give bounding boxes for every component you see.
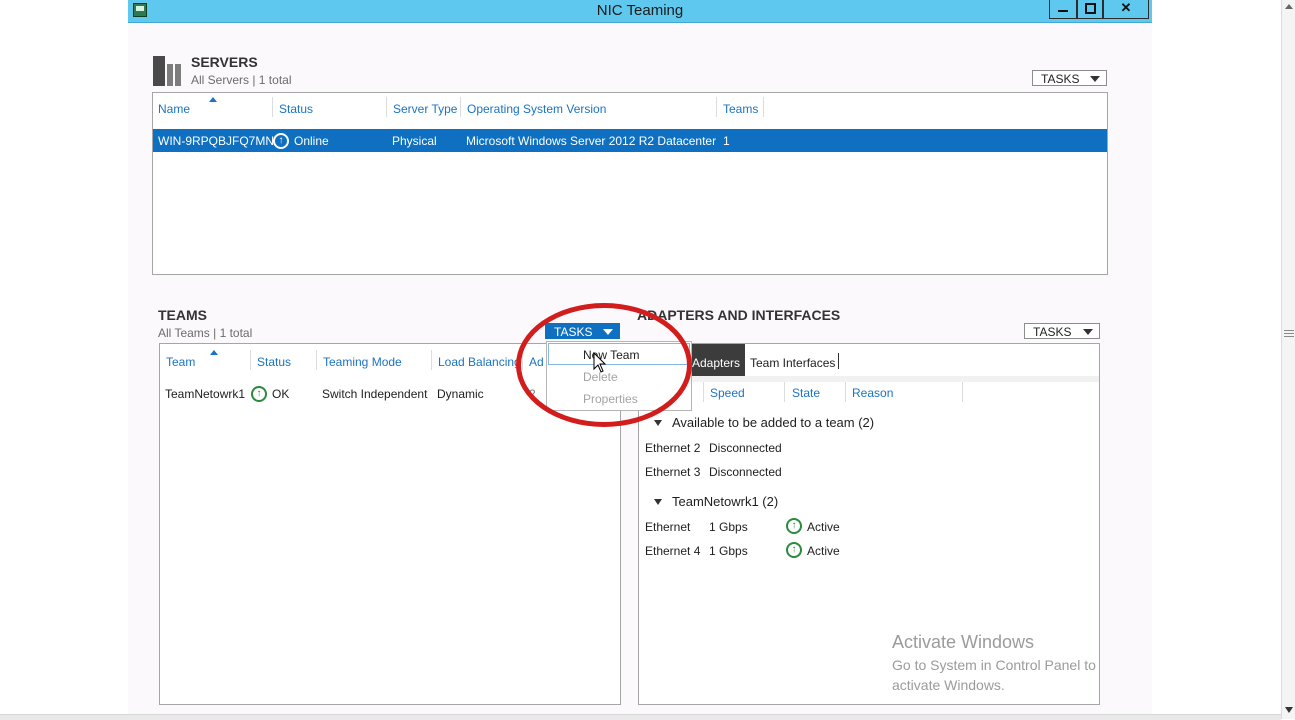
adapters-title: ADAPTERS AND INTERFACES (637, 307, 841, 323)
window-title: NIC Teaming (596, 2, 684, 19)
group-header[interactable]: TeamNetowrk1 (2) (672, 494, 778, 509)
team-name-cell: TeamNetowrk1 (165, 387, 246, 401)
scrollbar-grip[interactable] (1284, 333, 1294, 334)
column-header-teams[interactable]: Teams (723, 102, 758, 116)
column-header-team[interactable]: Team (166, 355, 195, 369)
servers-icon (153, 56, 181, 86)
chevron-down-icon (1083, 329, 1093, 335)
status-active-icon: ↑ (786, 518, 802, 534)
group-header[interactable]: Available to be added to a team (2) (672, 415, 874, 430)
sort-ascending-icon[interactable] (210, 350, 218, 355)
column-header-load-balancing[interactable]: Load Balancing (438, 355, 521, 369)
restore-icon (1084, 3, 1096, 14)
column-header-server-type[interactable]: Server Type (393, 102, 457, 116)
team-mode-cell: Switch Independent (322, 387, 428, 401)
collapse-group-icon[interactable] (654, 420, 662, 426)
activation-watermark-line: activate Windows. (892, 677, 1005, 693)
tab-team-interfaces[interactable]: Team Interfaces (750, 356, 835, 370)
adapter-name-cell[interactable]: Ethernet (645, 520, 690, 534)
team-load-balancing-cell: Dynamic (437, 387, 484, 401)
red-circle-annotation (516, 303, 692, 427)
server-teams-cell: 1 (723, 134, 730, 148)
column-divider[interactable] (460, 97, 461, 117)
chevron-down-icon (1090, 76, 1100, 82)
activation-watermark-line: Go to System in Control Panel to (892, 657, 1096, 673)
sort-ascending-icon[interactable] (209, 97, 217, 102)
tab-underline (639, 376, 1099, 382)
column-divider[interactable] (386, 97, 387, 117)
tab-network-adapters-label: Adapters (692, 356, 741, 370)
column-divider[interactable] (431, 350, 432, 370)
adapter-state-cell: Active (807, 520, 840, 534)
collapse-group-icon[interactable] (654, 499, 662, 505)
adapter-state-cell: Active (807, 544, 840, 558)
server-name-cell: WIN-9RPQBJFQ7MN (158, 134, 275, 148)
servers-tasks-button[interactable]: TASKS (1032, 70, 1107, 86)
server-type-cell: Physical (392, 134, 437, 148)
column-divider[interactable] (716, 97, 717, 117)
column-divider[interactable] (784, 382, 785, 402)
column-divider[interactable] (763, 97, 764, 117)
column-divider[interactable] (703, 382, 704, 402)
team-status-cell: OK (272, 387, 290, 401)
column-header-status[interactable]: Status (257, 355, 291, 369)
column-header-state[interactable]: State (792, 386, 820, 400)
minimize-button[interactable] (1049, 0, 1077, 19)
column-header-name[interactable]: Name (158, 102, 190, 116)
scroll-down-icon[interactable] (1285, 707, 1293, 713)
adapter-speed-cell: 1 Gbps (709, 544, 748, 558)
adapter-speed-cell: Disconnected (709, 441, 782, 455)
scrollbar-grip[interactable] (1284, 330, 1294, 331)
servers-table[interactable] (152, 92, 1108, 275)
adapter-name-cell[interactable]: Ethernet 3 (645, 465, 700, 479)
column-header-reason[interactable]: Reason (852, 386, 893, 400)
adapters-tasks-label: TASKS (1033, 325, 1072, 339)
tab-divider (838, 353, 839, 369)
adapter-name-cell[interactable]: Ethernet 4 (645, 544, 700, 558)
column-header-os-version[interactable]: Operating System Version (467, 102, 606, 116)
column-header-speed[interactable]: Speed (710, 386, 745, 400)
close-button[interactable]: ✕ (1103, 0, 1149, 19)
column-header-status[interactable]: Status (279, 102, 313, 116)
adapter-name-cell[interactable]: Ethernet 2 (645, 441, 700, 455)
adapter-speed-cell: Disconnected (709, 465, 782, 479)
column-divider[interactable] (316, 350, 317, 370)
status-ok-icon: ↑ (251, 386, 267, 402)
column-divider[interactable] (272, 97, 273, 117)
horizontal-scrollbar[interactable] (0, 714, 1281, 720)
servers-tasks-label: TASKS (1041, 72, 1080, 86)
scroll-up-icon[interactable] (1285, 4, 1293, 9)
teams-subtitle: All Teams | 1 total (158, 326, 253, 340)
adapter-speed-cell: 1 Gbps (709, 520, 748, 534)
vertical-scrollbar[interactable] (1281, 0, 1295, 719)
column-divider[interactable] (962, 382, 963, 402)
column-divider[interactable] (250, 350, 251, 370)
scrollbar-grip[interactable] (1284, 336, 1294, 337)
status-online-icon: ↑ (273, 133, 289, 149)
servers-title: SERVERS (191, 54, 258, 70)
server-os-cell: Microsoft Windows Server 2012 R2 Datacen… (466, 134, 717, 148)
column-divider[interactable] (845, 382, 846, 402)
close-icon: ✕ (1120, 0, 1132, 15)
server-status-cell: Online (294, 134, 329, 148)
activation-watermark-title: Activate Windows (892, 632, 1035, 652)
adapters-tasks-button[interactable]: TASKS (1024, 323, 1100, 339)
title-bar[interactable]: NIC Teaming ✕ (128, 0, 1152, 23)
teams-title: TEAMS (158, 307, 207, 323)
minimize-icon (1058, 10, 1068, 12)
status-active-icon: ↑ (786, 542, 802, 558)
servers-subtitle: All Servers | 1 total (191, 73, 292, 87)
column-header-teaming-mode[interactable]: Teaming Mode (323, 355, 402, 369)
restore-button[interactable] (1077, 0, 1103, 19)
